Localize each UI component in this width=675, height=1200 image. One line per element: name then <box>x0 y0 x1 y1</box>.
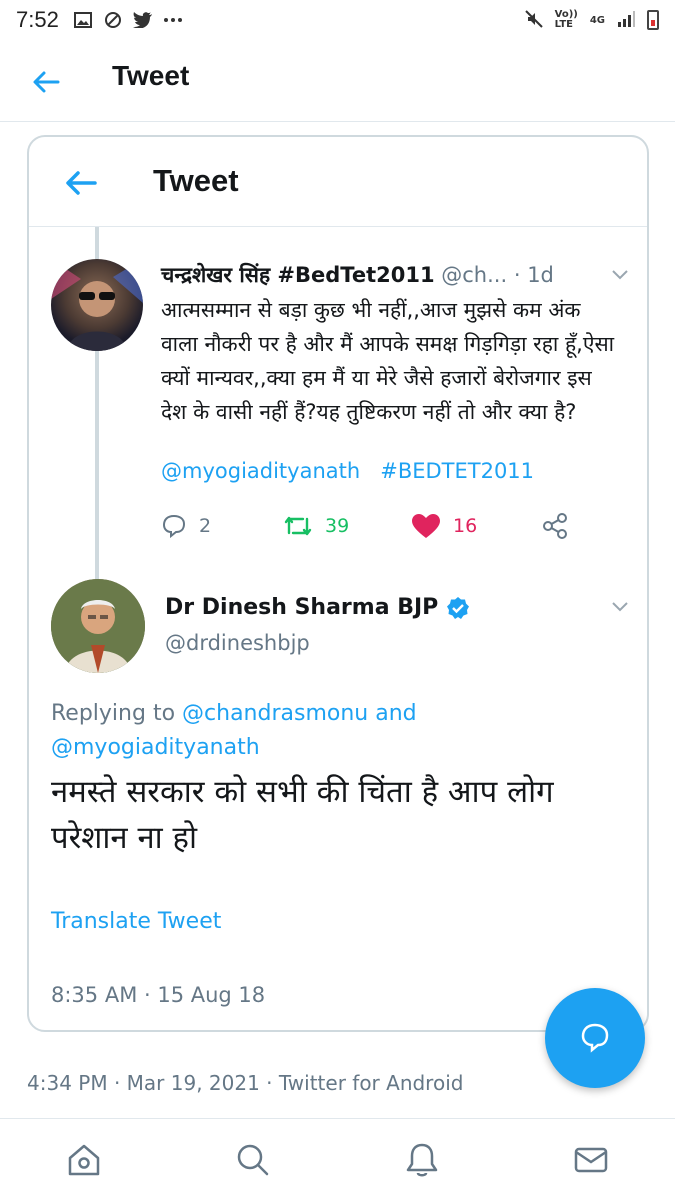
replying-mention-2: @myogiadityanath <box>51 735 260 760</box>
app-header: Tweet <box>0 40 675 122</box>
parent-author-handle: @ch... <box>441 263 508 287</box>
retweet-icon <box>284 516 312 536</box>
page-title: Tweet <box>112 60 190 91</box>
retweet-action: 39 <box>283 509 349 543</box>
reply-timestamp: 8:35 AM · 15 Aug 18 <box>51 983 266 1007</box>
mute-icon <box>524 9 543 31</box>
avatar <box>51 259 143 351</box>
nav-search[interactable] <box>169 1119 338 1200</box>
retweet-count: 39 <box>325 515 350 537</box>
messages-icon <box>574 1147 607 1172</box>
nav-notifications[interactable] <box>338 1119 507 1200</box>
translate-tweet-link: Translate Tweet <box>51 909 222 934</box>
reply-count: 2 <box>199 515 212 537</box>
bottom-navigation <box>0 1118 675 1200</box>
reply-icon <box>162 514 186 539</box>
replying-prefix: Replying to <box>51 701 176 726</box>
status-bar: 7:52 Vo)) LTE 4G <box>0 0 675 40</box>
reply-bubble-icon <box>581 1023 609 1053</box>
replying-and: and <box>375 701 417 726</box>
signal-icon <box>617 10 635 30</box>
status-system-icons: Vo)) LTE 4G <box>524 9 659 31</box>
status-notification-icons <box>73 10 183 30</box>
notifications-icon <box>406 1143 438 1176</box>
status-time: 7:52 <box>16 7 59 32</box>
parent-tweet-text: आत्मसम्मान से बड़ा कुछ भी नहीं,,आज मुझसे… <box>161 298 615 424</box>
volte-indicator: Vo)) LTE <box>555 10 578 30</box>
tweet-timestamp: 4:34 PM · Mar 19, 2021 · Twitter for And… <box>27 1071 464 1095</box>
home-icon <box>69 1144 100 1175</box>
nav-home[interactable] <box>0 1119 169 1200</box>
parent-author-name: चन्द्रशेखर सिंह #BedTet2011 <box>161 263 435 287</box>
parent-tweet-age: · 1d <box>513 263 554 287</box>
parent-tweet-actions: 2 39 16 <box>161 509 621 543</box>
search-icon <box>237 1144 269 1175</box>
card-title: Tweet <box>153 163 239 198</box>
card-header: Tweet <box>29 137 647 227</box>
replying-mention-1: @chandrasmonu <box>182 701 369 726</box>
battery-icon <box>647 10 659 30</box>
reply-tweet-text: नमस्ते सरकार को सभी की चिंता है आप लोग प… <box>51 774 554 856</box>
reply-action: 2 <box>161 509 211 543</box>
back-arrow-icon[interactable] <box>30 66 62 98</box>
chevron-down-icon <box>609 595 631 617</box>
like-action: 16 <box>411 509 477 543</box>
volte-bottom: LTE <box>554 19 573 30</box>
parent-tweet-tags: @myogiadityanath #BEDTET2011 <box>161 459 621 483</box>
parent-tweet-header: चन्द्रशेखर सिंह #BedTet2011 @ch... · 1d <box>161 261 631 291</box>
avatar <box>51 579 145 673</box>
more-notifications-icon <box>163 10 183 30</box>
gallery-icon <box>73 10 93 30</box>
compose-reply-button[interactable] <box>545 988 645 1088</box>
embedded-tweet-card[interactable]: Tweet चन्द्रशेखर सिंह #BedTet2011 @ch...… <box>27 135 649 1032</box>
twitter-bird-icon <box>132 10 153 30</box>
reply-author: Dr Dinesh Sharma BJP <box>165 595 470 620</box>
share-action <box>541 509 569 543</box>
parent-hashtag: #BEDTET2011 <box>380 459 535 483</box>
parent-mention: @myogiadityanath <box>161 459 361 483</box>
network-type: 4G <box>589 14 605 26</box>
chevron-down-icon <box>609 263 631 285</box>
verified-badge-icon <box>447 596 470 619</box>
like-count: 16 <box>453 515 478 537</box>
card-back-arrow-icon <box>63 165 99 201</box>
share-icon <box>543 513 567 539</box>
data-saver-icon <box>103 10 123 30</box>
reply-author-name: Dr Dinesh Sharma BJP <box>165 595 439 620</box>
replying-to: Replying to @chandrasmonu and @myogiadit… <box>51 697 611 765</box>
nav-messages[interactable] <box>506 1119 675 1200</box>
reply-author-handle: @drdineshbjp <box>165 631 310 655</box>
heart-icon <box>412 514 440 538</box>
